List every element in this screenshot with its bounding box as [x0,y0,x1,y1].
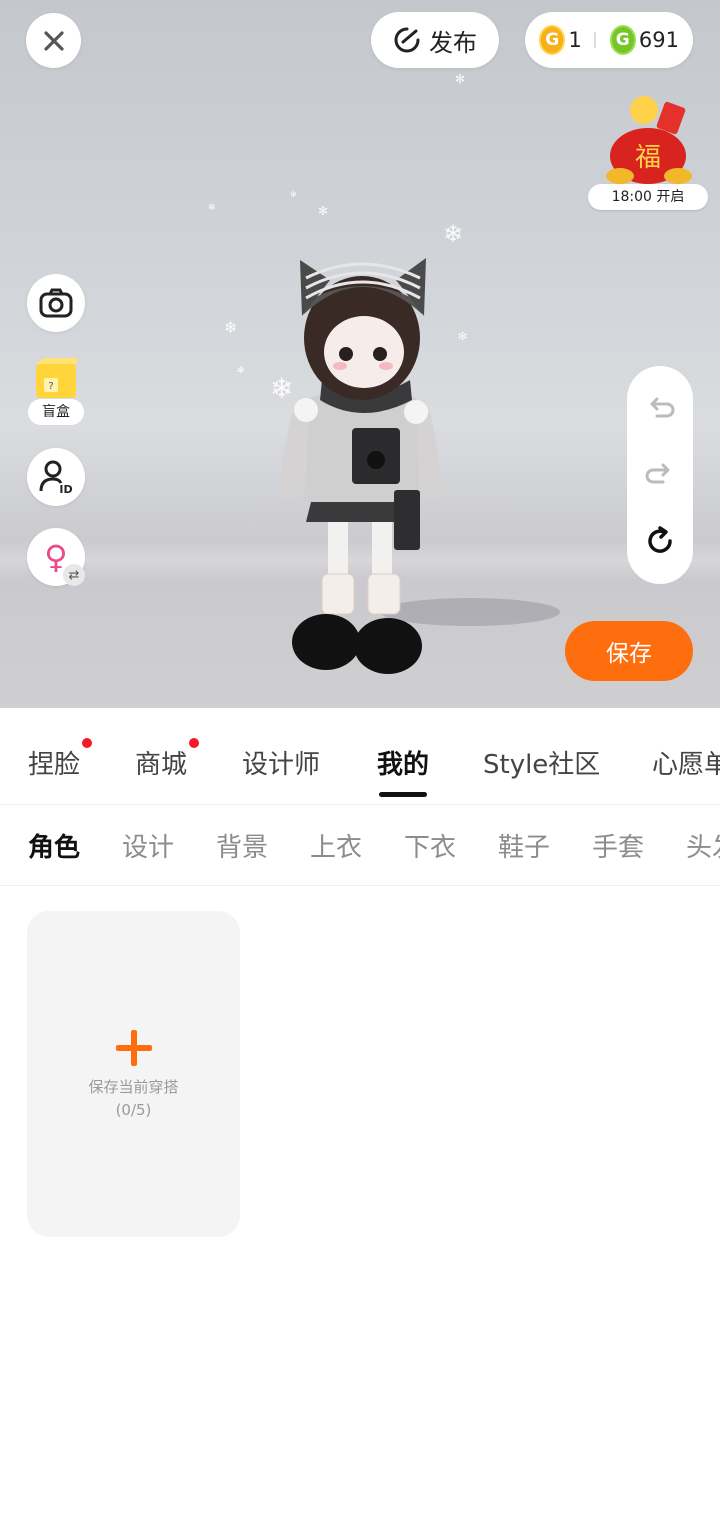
green-coin-icon: G [609,25,636,55]
outfit-count: (0/5) [115,1100,152,1119]
avatar-id-button[interactable]: ID [27,448,85,506]
active-tab-indicator [379,792,428,797]
publish-label: 发布 [429,28,477,57]
close-button[interactable] [26,13,81,68]
currency-balance[interactable]: G 1 G 691 [525,12,693,68]
snowflake-icon: ❄ [224,318,238,337]
tab-label: Style社区 [483,750,601,780]
camera-icon [39,288,73,318]
avatar-sock [321,573,355,615]
snowflake-icon: ✻ [455,72,466,86]
tab-label: 心愿单 [652,750,720,780]
close-icon [43,30,64,51]
svg-text:?: ? [48,381,53,392]
tab-label: 我的 [377,750,430,780]
snowflake-icon: ✻ [318,204,329,218]
redo-icon [645,463,670,484]
avatar-face [324,316,404,388]
tab-gloves[interactable]: 手套 [592,827,644,864]
svg-text:ID: ID [59,483,72,495]
undo-icon [650,397,675,418]
refresh-icon [648,526,672,553]
avatar-eye [339,347,353,361]
avatar-shoe [354,618,422,674]
edit-history-panel [627,366,693,584]
tab-bottoms[interactable]: 下衣 [404,827,456,864]
tab-design[interactable]: 设计 [122,827,174,864]
tab-shoes[interactable]: 鞋子 [498,827,550,864]
avatar-blush [333,362,347,370]
cat-print-icon [367,451,385,469]
avatar-eye [373,347,387,361]
avatar-sock [367,573,401,615]
snowflake-icon: ✻ [237,366,245,376]
tab-face-edit[interactable]: 捏脸 [28,738,93,781]
main-tab-bar: 捏脸 商城 设计师 我的 Style社区 心愿单 [0,708,720,805]
publish-icon [394,27,420,53]
redo-button[interactable] [640,455,680,495]
notification-dot [82,738,93,748]
avatar-bag [394,490,420,550]
gender-switch-button[interactable]: ♀ ⇄ [27,528,85,586]
green-coin-value: 691 [638,28,679,52]
tab-tops[interactable]: 上衣 [310,827,362,864]
avatar-pompom [294,398,318,422]
event-entry[interactable]: 福 18:00 开启 [588,88,708,210]
avatar-blush [379,362,393,370]
avatar-shoe [292,614,360,670]
tab-mall[interactable]: 商城 [135,738,200,781]
gold-coin-value: 1 [568,28,582,52]
tab-label: 商城 [135,750,188,780]
gold-coin-icon: G [539,25,566,55]
mystery-box-icon: ? [36,358,78,398]
save-button[interactable]: 保存 [565,621,693,681]
camera-button[interactable] [27,274,85,332]
lucky-bag-icon: 福 [606,96,692,184]
avatar-scene[interactable]: ✻ ✻ ✻ ✻ ❄ ❄ ✻ ✻ ❄ ❄ [0,0,720,708]
category-tab-bar: 角色 设计 背景 上衣 下衣 鞋子 手套 头发 [0,805,720,886]
mystery-box-label: 盲盒 [28,399,84,425]
publish-button[interactable]: 发布 [371,12,499,68]
save-outfit-label: 保存当前穿搭 [88,1077,179,1096]
snowflake-icon: ✻ [208,203,216,213]
tab-style-community[interactable]: Style社区 [483,744,600,781]
svg-text:福: 福 [635,143,661,173]
tab-label: 捏脸 [28,750,81,780]
notification-dot [189,738,200,748]
avatar-character[interactable] [270,240,570,680]
currency-divider [593,32,596,48]
swap-icon: ⇄ [63,564,85,586]
avatar-shadow [380,598,560,626]
tab-designer[interactable]: 设计师 [242,744,320,781]
undo-button[interactable] [640,389,680,429]
tab-hair[interactable]: 头发 [686,827,720,864]
tab-character[interactable]: 角色 [28,827,80,864]
reset-button[interactable] [640,521,680,561]
avatar-pompom [404,400,428,424]
tab-label: 设计师 [242,750,321,780]
tab-mine[interactable]: 我的 [377,744,430,797]
event-time-label: 18:00 开启 [588,184,708,210]
plus-icon [115,1029,152,1066]
user-id-icon: ID [39,460,73,495]
snowflake-icon: ✻ [290,190,297,199]
tab-background[interactable]: 背景 [216,827,268,864]
tab-wishlist[interactable]: 心愿单 [652,744,720,781]
save-outfit-card[interactable]: 保存当前穿搭 (0/5) [27,911,240,1237]
